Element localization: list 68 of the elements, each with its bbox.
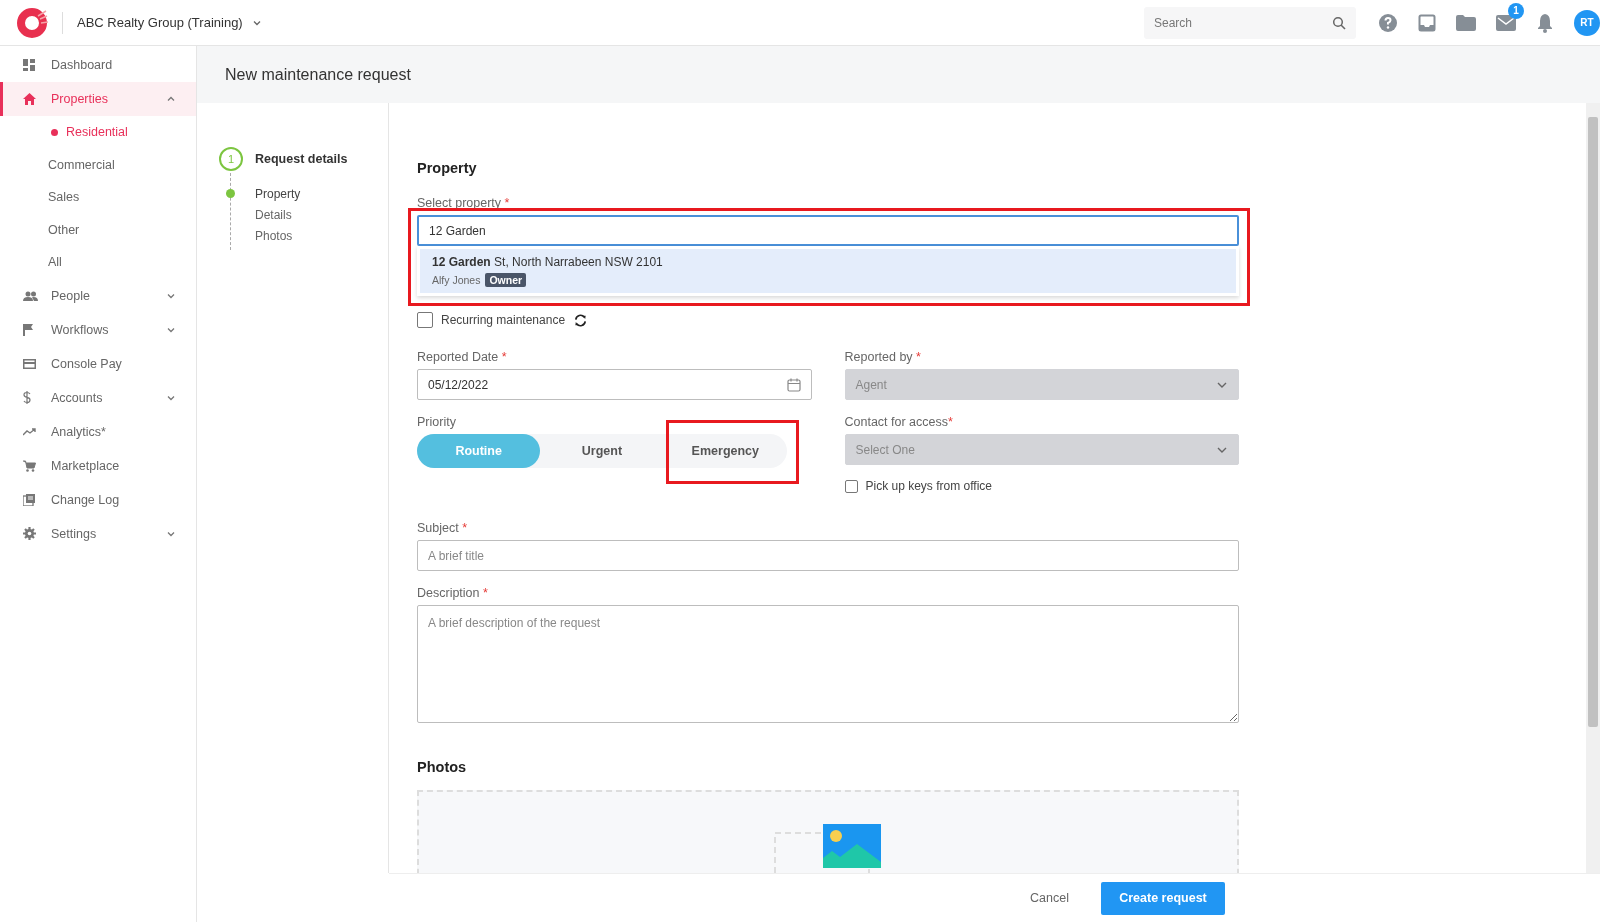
property-suggestion[interactable]: 12 Garden St, North Narrabeen NSW 2101 Alfy Jones Owner bbox=[420, 249, 1236, 293]
field-label: Reported Date * bbox=[417, 350, 508, 364]
priority-option[interactable]: Urgent bbox=[540, 434, 664, 468]
field-label: Priority bbox=[417, 415, 457, 429]
property-search-field[interactable]: 12 Garden bbox=[417, 215, 1239, 246]
trend-icon bbox=[23, 427, 36, 436]
field-label: Reported by * bbox=[844, 350, 922, 364]
cancel-button[interactable]: Cancel bbox=[1018, 881, 1081, 915]
bell-icon[interactable] bbox=[1536, 12, 1554, 33]
help-icon[interactable] bbox=[1378, 12, 1398, 33]
folder-icon[interactable] bbox=[1456, 14, 1476, 31]
checkbox[interactable] bbox=[417, 312, 433, 328]
section-title: Photos bbox=[417, 759, 468, 775]
sidebar-subitem[interactable]: All bbox=[0, 246, 196, 279]
user-avatar[interactable]: RT bbox=[1574, 9, 1600, 36]
organization-dropdown[interactable]: ABC Realty Group (Training) bbox=[77, 15, 262, 30]
sidebar-subitem[interactable]: Commercial bbox=[0, 148, 196, 181]
search-field[interactable]: Search bbox=[1144, 6, 1356, 39]
dollar-icon bbox=[23, 391, 31, 404]
checkbox-label: Recurring maintenance bbox=[441, 313, 566, 327]
priority-option[interactable]: Emergency bbox=[663, 434, 787, 468]
section-title: Property bbox=[417, 160, 478, 176]
sidebar-subitem[interactable]: Residential bbox=[0, 116, 196, 149]
description-field[interactable]: A brief description of the request bbox=[417, 605, 1239, 723]
flag-icon bbox=[23, 323, 34, 336]
subject-field[interactable]: A brief title bbox=[417, 540, 1239, 571]
active-dot bbox=[51, 128, 58, 136]
sidebar-item[interactable]: Properties bbox=[0, 82, 196, 116]
sidebar-item[interactable]: Dashboard bbox=[0, 48, 196, 82]
home-icon bbox=[23, 93, 36, 105]
log-icon bbox=[23, 493, 35, 506]
substep-link[interactable]: Photos bbox=[255, 228, 293, 243]
gear-icon bbox=[23, 527, 36, 540]
sidebar-item[interactable]: People bbox=[0, 278, 196, 313]
step-title: Request details bbox=[255, 152, 348, 166]
sidebar-subitem[interactable]: Other bbox=[0, 213, 196, 246]
sidebar-subitem[interactable]: Sales bbox=[0, 181, 196, 214]
cart-icon bbox=[23, 459, 36, 472]
card-icon bbox=[23, 358, 36, 369]
field-label: Contact for access* bbox=[844, 415, 954, 429]
search-icon bbox=[1332, 15, 1346, 30]
sidebar-item[interactable]: Accounts bbox=[0, 380, 196, 415]
sidebar-item[interactable]: Settings bbox=[0, 516, 196, 551]
dashboard-icon bbox=[23, 59, 35, 71]
date-field[interactable]: 05/12/2022 bbox=[417, 369, 812, 400]
inbox-icon[interactable] bbox=[1418, 13, 1436, 32]
checkbox-label: Pick up keys from office bbox=[865, 479, 992, 493]
scrollbar-thumb[interactable] bbox=[1588, 117, 1598, 727]
sidebar-item[interactable]: Workflows bbox=[0, 312, 196, 347]
substep-link[interactable]: Details bbox=[255, 207, 292, 222]
substep-link[interactable]: Property bbox=[255, 186, 301, 201]
step-number: 1 bbox=[219, 147, 243, 171]
notification-badge: 1 bbox=[1508, 2, 1524, 19]
field-label: Subject * bbox=[417, 521, 469, 535]
field-label: Description * bbox=[417, 586, 489, 600]
field-label: Select property * bbox=[417, 196, 511, 210]
sidebar-item[interactable]: Analytics* bbox=[0, 414, 196, 449]
sidebar-item[interactable]: Marketplace bbox=[0, 448, 196, 483]
calendar-icon bbox=[786, 377, 801, 392]
mail-icon[interactable] bbox=[1496, 14, 1516, 31]
create-button[interactable]: Create request bbox=[1101, 881, 1225, 915]
sidebar-item[interactable]: Change Log bbox=[0, 482, 196, 517]
sidebar-item[interactable]: Console Pay bbox=[0, 346, 196, 381]
checkbox[interactable] bbox=[844, 479, 858, 493]
people-icon bbox=[23, 290, 38, 301]
logo-icon bbox=[16, 6, 48, 39]
page-title: New maintenance request bbox=[225, 65, 411, 84]
refresh-icon bbox=[573, 312, 589, 328]
